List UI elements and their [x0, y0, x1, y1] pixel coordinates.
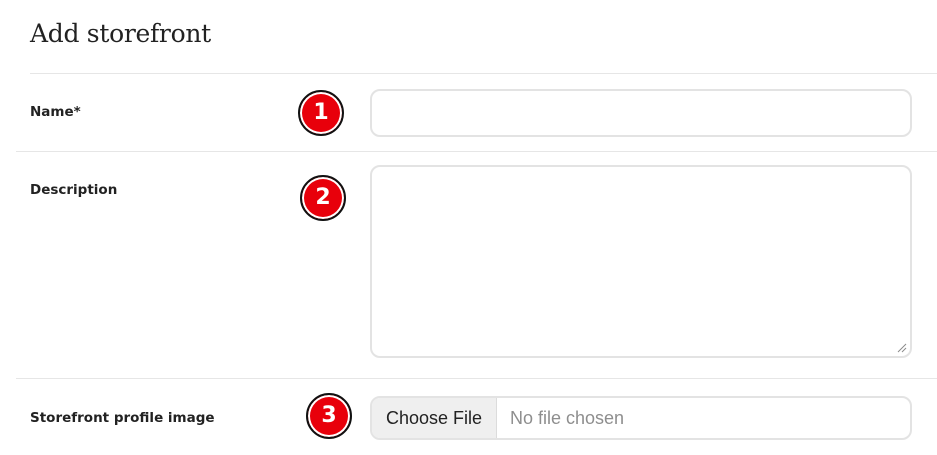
- step-badge-3: 3: [306, 393, 352, 439]
- profile-image-label: Storefront profile image: [30, 410, 215, 426]
- divider: [16, 151, 937, 152]
- divider: [30, 73, 937, 74]
- profile-image-file-input[interactable]: Choose File No file chosen: [370, 396, 912, 440]
- choose-file-button[interactable]: Choose File: [372, 398, 497, 438]
- divider: [16, 378, 937, 379]
- name-input[interactable]: [370, 89, 912, 137]
- name-label: Name*: [30, 104, 81, 120]
- file-status-text: No file chosen: [510, 407, 625, 428]
- description-label: Description: [30, 182, 118, 198]
- resize-handle-icon[interactable]: [897, 343, 907, 353]
- description-textarea[interactable]: [370, 165, 912, 358]
- step-badge-1: 1: [298, 90, 344, 136]
- add-storefront-form: Add storefront Name* 1 Description 2 Sto…: [0, 0, 937, 455]
- step-badge-2: 2: [300, 175, 346, 221]
- page-title: Add storefront: [30, 19, 211, 48]
